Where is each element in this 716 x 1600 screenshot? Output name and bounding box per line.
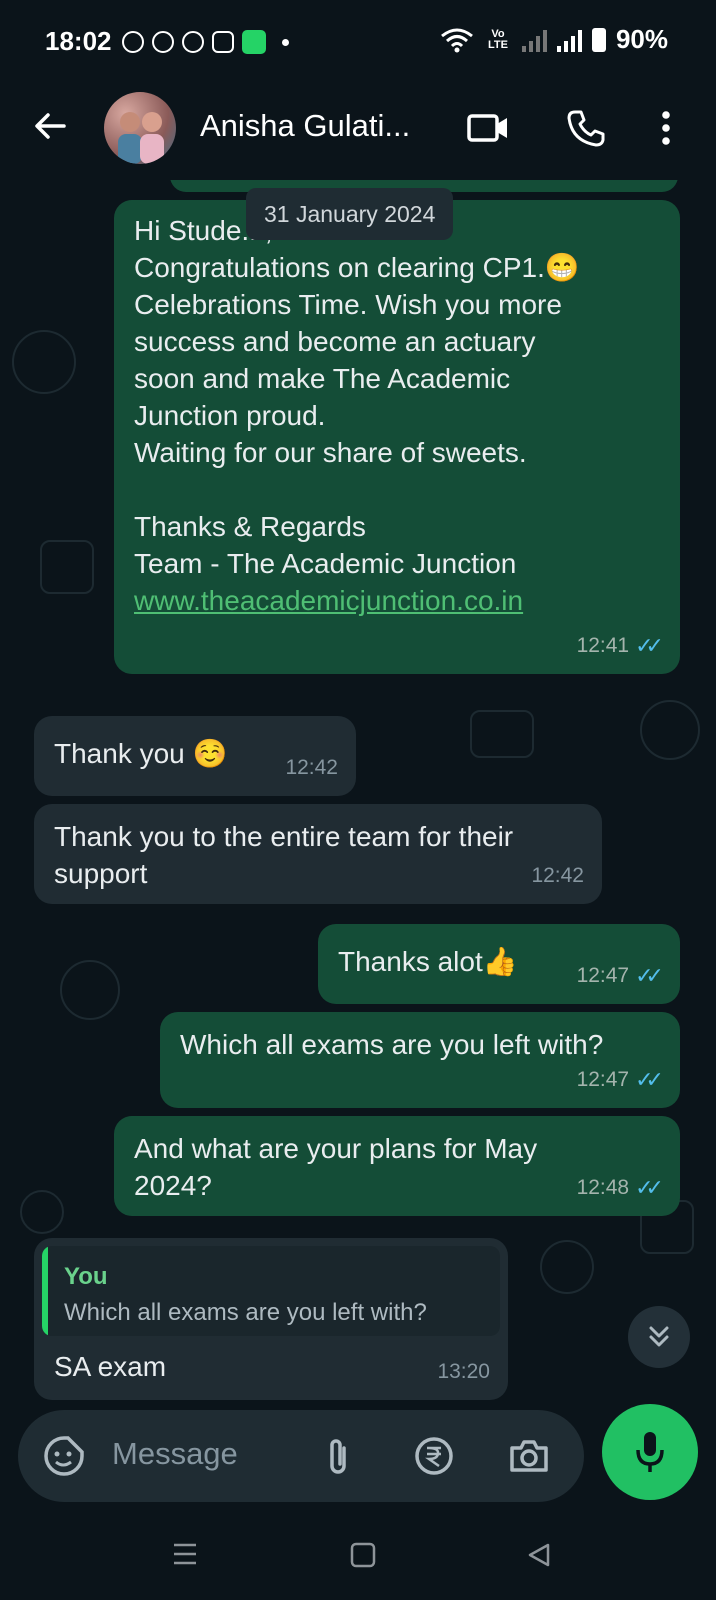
- wifi-icon: [441, 28, 473, 52]
- chat-bubble-notification-icon: [212, 31, 234, 53]
- system-navigation-bar: [0, 1510, 716, 1600]
- message-time: 12:47: [576, 1068, 630, 1091]
- outgoing-message[interactable]: Thanks alot👍 12:47 ✓✓: [318, 924, 680, 1004]
- chat-header: Anisha Gulati...: [0, 84, 716, 180]
- whatsapp-business-notification-icon: [182, 31, 204, 53]
- back-arrow-icon[interactable]: [30, 106, 70, 146]
- read-ticks-icon: ✓✓: [635, 963, 664, 988]
- video-call-icon[interactable]: [466, 108, 510, 148]
- app-notification-icon: [242, 30, 266, 54]
- contact-avatar[interactable]: [104, 92, 176, 164]
- outgoing-message[interactable]: Hi Stude..., Congratulations on clearing…: [114, 200, 680, 674]
- sticker-emoji-icon[interactable]: [42, 1434, 86, 1478]
- outgoing-message[interactable]: And what are your plans for May 2024? 12…: [114, 1116, 680, 1216]
- wallpaper-doodle: [540, 1240, 594, 1294]
- message-time: 12:41: [576, 634, 630, 657]
- quoted-message[interactable]: You Which all exams are you left with?: [42, 1246, 500, 1336]
- read-ticks-icon: ✓✓: [635, 633, 664, 658]
- status-time: 18:02: [45, 26, 112, 56]
- signal-sim1-icon: [521, 28, 547, 52]
- message-line: Junction proud.: [134, 400, 326, 431]
- message-input[interactable]: Message: [112, 1436, 238, 1472]
- recent-apps-icon[interactable]: [172, 1542, 198, 1566]
- message-time: 13:20: [437, 1360, 490, 1383]
- message-line: Celebrations Time. Wish you more: [134, 289, 562, 320]
- whatsapp-notification-icon: [122, 31, 144, 53]
- voice-call-icon[interactable]: [566, 108, 606, 148]
- message-line: Waiting for our share of sweets.: [134, 437, 527, 468]
- message-text: SA exam: [54, 1351, 167, 1382]
- message-time: 12:48: [576, 1176, 630, 1199]
- message-time: 12:42: [531, 864, 584, 887]
- signal-sim2-icon: [556, 28, 582, 52]
- message-line: soon and make The Academic: [134, 363, 511, 394]
- message-line: Thank you to the entire team for their: [54, 821, 514, 852]
- message-meta: 12:42: [285, 749, 338, 786]
- wallpaper-doodle: [20, 1190, 64, 1234]
- message-text: Which all exams are you left with?: [180, 1029, 604, 1060]
- message-line: support: [54, 858, 148, 889]
- message-line: Team - The Academic Junction: [134, 548, 517, 579]
- contact-name[interactable]: Anisha Gulati...: [200, 108, 410, 144]
- message-time: 12:47: [576, 964, 630, 987]
- quoted-author: You: [64, 1263, 108, 1290]
- more-options-icon[interactable]: [660, 108, 672, 148]
- status-bar: 18:02 Vo LTE 90%: [0, 0, 716, 84]
- message-time: 12:42: [285, 756, 338, 779]
- double-chevron-down-icon: [649, 1326, 669, 1347]
- camera-icon[interactable]: [508, 1436, 550, 1476]
- quoted-text: Which all exams are you left with?: [64, 1299, 427, 1326]
- microphone-icon: [636, 1432, 664, 1472]
- website-link[interactable]: www.theacademicjunction.co.in: [134, 582, 660, 619]
- notification-icons: [122, 30, 289, 54]
- incoming-reply-message[interactable]: You Which all exams are you left with? S…: [34, 1238, 508, 1400]
- wallpaper-doodle: [640, 700, 700, 760]
- scroll-to-bottom-button[interactable]: [628, 1306, 690, 1368]
- message-meta: 12:48 ✓✓: [576, 1169, 664, 1206]
- message-meta: 12:42: [531, 857, 584, 894]
- read-ticks-icon: ✓✓: [635, 1175, 664, 1200]
- outgoing-message[interactable]: Which all exams are you left with? 12:47…: [160, 1012, 680, 1108]
- back-triangle-icon[interactable]: [526, 1542, 552, 1568]
- message-composer: Message: [18, 1410, 584, 1502]
- status-right: Vo LTE 90%: [440, 24, 668, 55]
- whatsapp-notification-icon: [152, 31, 174, 53]
- wallpaper-doodle: [470, 710, 534, 758]
- chat-area[interactable]: Hi Stude..., Congratulations on clearing…: [0, 180, 716, 1510]
- home-icon[interactable]: [350, 1542, 376, 1568]
- more-notifications-dot-icon: [282, 38, 289, 46]
- message-meta: 12:47 ✓✓: [576, 1061, 664, 1098]
- voice-message-button[interactable]: [602, 1404, 698, 1500]
- volte-label: Vo LTE: [487, 27, 508, 51]
- incoming-message[interactable]: Thank you to the entire team for their s…: [34, 804, 602, 904]
- message-meta: 12:41 ✓✓: [576, 627, 664, 664]
- quote-accent-bar: [42, 1246, 48, 1336]
- rupee-payment-icon[interactable]: [414, 1436, 454, 1476]
- message-line: success and become an actuary: [134, 326, 536, 357]
- wallpaper-doodle: [40, 540, 94, 594]
- read-ticks-icon: ✓✓: [635, 1067, 664, 1092]
- wallpaper-doodle: [60, 960, 120, 1020]
- message-meta: 13:20: [437, 1353, 490, 1390]
- message-meta: 12:47 ✓✓: [576, 957, 664, 994]
- message-line: And what are your plans for May: [134, 1133, 538, 1164]
- battery-percent: 90%: [615, 24, 668, 54]
- incoming-message[interactable]: Thank you ☺️ 12:42: [34, 716, 356, 796]
- date-chip: 31 January 2024: [246, 188, 454, 240]
- wallpaper-doodle: [12, 330, 76, 394]
- message-line: Thanks & Regards: [134, 511, 366, 542]
- battery-icon: [591, 27, 606, 52]
- attach-paperclip-icon[interactable]: [324, 1436, 354, 1478]
- message-line: [134, 471, 660, 508]
- message-line: Congratulations on clearing CP1.😁: [134, 252, 580, 283]
